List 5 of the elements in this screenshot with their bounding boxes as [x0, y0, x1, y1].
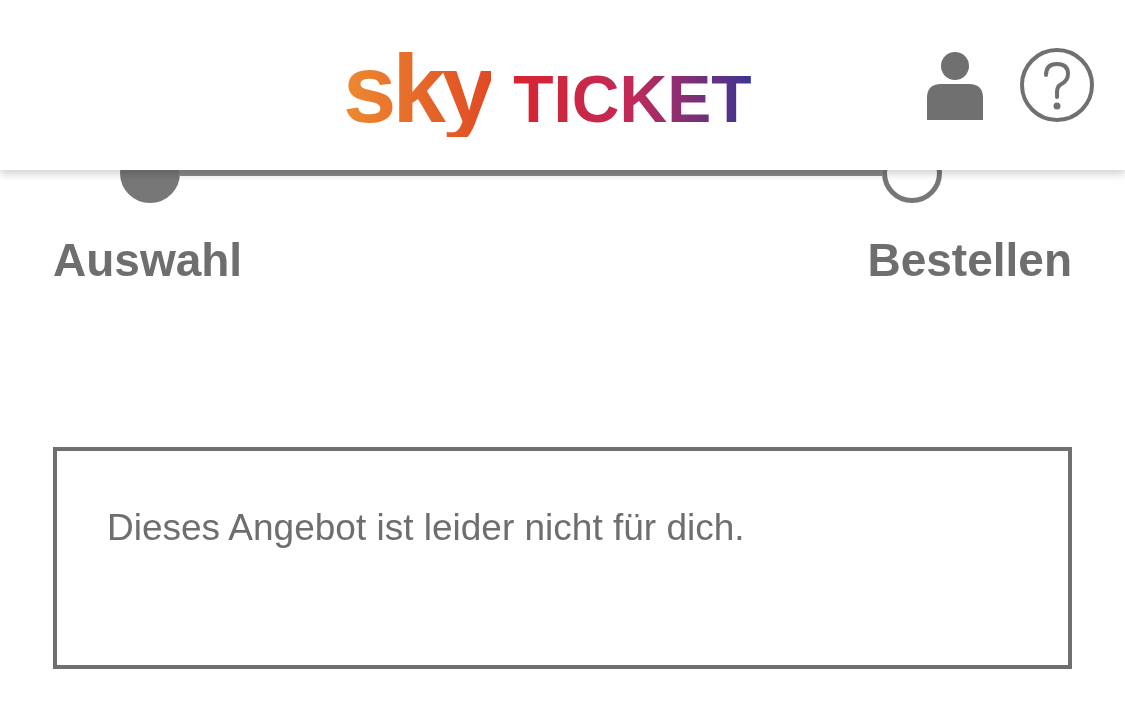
- message-text: Dieses Angebot ist leider nicht für dich.: [107, 507, 746, 549]
- step-label: Auswahl: [53, 233, 243, 287]
- person-icon[interactable]: [927, 50, 983, 120]
- help-icon[interactable]: [1019, 47, 1095, 123]
- step-label: Bestellen: [867, 233, 1072, 287]
